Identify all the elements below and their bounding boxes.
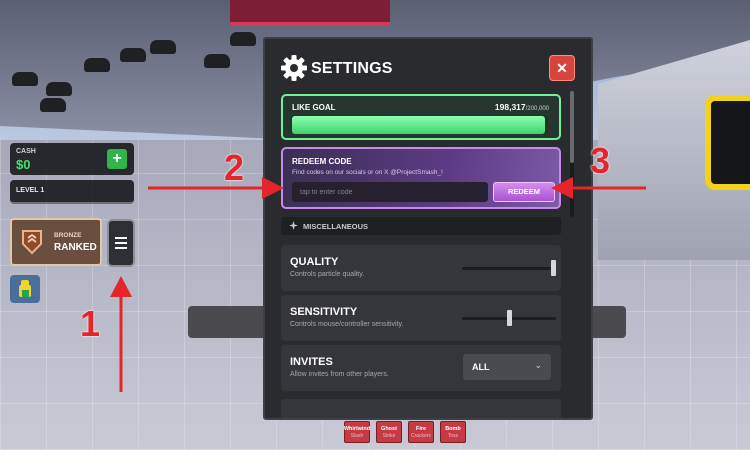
- arrow-to-menu: [110, 276, 132, 392]
- arrow-to-code-input: [148, 177, 284, 199]
- annotation-number: 3: [590, 140, 611, 181]
- annotation-number: 2: [224, 147, 245, 188]
- tutorial-arrows: [110, 177, 646, 392]
- annotation-number: 1: [80, 303, 101, 344]
